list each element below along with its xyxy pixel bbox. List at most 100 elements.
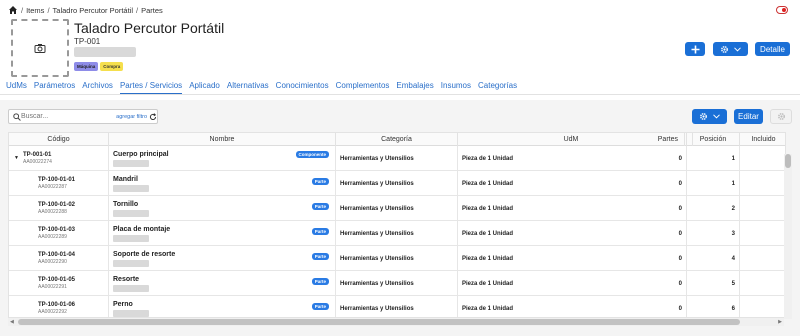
- refresh-icon[interactable]: [149, 112, 157, 121]
- row-category: Herramientas y Utensilios: [340, 206, 414, 212]
- add-button[interactable]: [685, 42, 705, 56]
- row-name: Soporte de resorte: [113, 251, 176, 258]
- row-included: [740, 196, 785, 221]
- row-parts: 0: [678, 181, 682, 187]
- scroll-right-icon[interactable]: ▶: [778, 319, 782, 325]
- tab-aplicado[interactable]: Aplicado: [189, 81, 220, 94]
- row-type-badge: Parte: [311, 278, 329, 285]
- row-udm: Pieza de 1 Unidad: [462, 181, 514, 187]
- plus-icon: [691, 45, 699, 53]
- table-row[interactable]: TP-100-01-02 AA00022288 Tornillo Parte H…: [9, 196, 785, 221]
- column-header-posicion[interactable]: Posición: [687, 133, 740, 146]
- row-code: TP-100-01-01: [38, 177, 76, 183]
- vertical-scrollbar[interactable]: [784, 154, 792, 319]
- row-type-badge: Componente: [295, 151, 329, 158]
- settings-dropdown-button[interactable]: [713, 42, 748, 56]
- scroll-left-icon[interactable]: ◀: [10, 319, 14, 325]
- table-row[interactable]: TP-100-01-04 AA00022290 Soporte de resor…: [9, 246, 785, 271]
- table-row[interactable]: TP-100-01-01 AA00022287 Mandril Parte He…: [9, 171, 785, 196]
- toggle-switch[interactable]: [776, 6, 788, 14]
- row-internal-code: AA00022287: [38, 184, 67, 190]
- gear-icon: [700, 113, 707, 120]
- row-udm: Pieza de 1 Unidad: [462, 281, 514, 287]
- edit-button[interactable]: Editar: [734, 109, 763, 124]
- row-code: TP-100-01-04: [38, 252, 76, 258]
- column-header-codigo[interactable]: Código: [9, 133, 109, 146]
- row-udm: Pieza de 1 Unidad: [462, 231, 514, 237]
- row-included: [740, 221, 785, 246]
- row-included: [740, 171, 785, 196]
- breadcrumb-item[interactable]: Taladro Percutor Portátil: [53, 6, 133, 15]
- row-category: Herramientas y Utensilios: [340, 256, 414, 262]
- add-filter-link[interactable]: agregar filtro: [116, 114, 147, 120]
- tab-embalajes[interactable]: Embalajes: [396, 81, 433, 94]
- column-header-partes[interactable]: Partes: [609, 133, 687, 146]
- row-name: Tornillo: [113, 201, 139, 208]
- row-type-badge: Parte: [311, 178, 329, 185]
- row-position: 5: [731, 281, 735, 287]
- badge-compra: Compra: [100, 62, 124, 71]
- tab-alternativas[interactable]: Alternativas: [227, 81, 269, 94]
- detail-button[interactable]: Detalle: [755, 42, 790, 56]
- badge-maquina: Máquina: [74, 62, 99, 71]
- parts-table: Código Nombre Categoría UdM Partes Posic…: [8, 132, 786, 318]
- expand-caret-icon[interactable]: ▼: [14, 155, 19, 161]
- row-category: Herramientas y Utensilios: [340, 281, 414, 287]
- table-row[interactable]: TP-100-01-05 AA00022291 Resorte Parte He…: [9, 271, 785, 296]
- column-header-categoria[interactable]: Categoría: [336, 133, 458, 146]
- row-internal-code: AA00022291: [38, 284, 67, 290]
- row-type-badge: Parte: [311, 203, 329, 210]
- row-udm: Pieza de 1 Unidad: [462, 306, 514, 312]
- breadcrumb: / Items / Taladro Percutor Portátil / Pa…: [0, 0, 800, 20]
- home-icon[interactable]: [8, 5, 18, 15]
- tab-partes-servicios[interactable]: Partes / Servicios: [119, 81, 183, 94]
- row-code: TP-100-01-06: [38, 302, 76, 308]
- table-header: Código Nombre Categoría UdM Partes Posic…: [9, 133, 785, 146]
- grid-options-button[interactable]: [770, 109, 792, 124]
- tab-categorias[interactable]: Categorías: [478, 81, 517, 94]
- row-category: Herramientas y Utensilios: [340, 306, 414, 312]
- row-name: Cuerpo principal: [113, 151, 169, 158]
- row-code: TP-001-01: [23, 152, 52, 158]
- row-parts: 0: [678, 306, 682, 312]
- row-name: Resorte: [113, 276, 140, 283]
- horizontal-scrollbar[interactable]: ◀ ▶: [8, 318, 784, 326]
- tab-archivos[interactable]: Archivos: [82, 81, 113, 94]
- row-position: 2: [731, 206, 735, 212]
- row-type-badge: Parte: [311, 228, 329, 235]
- row-position: 1: [731, 181, 735, 187]
- photo-placeholder[interactable]: [11, 19, 69, 77]
- gear-icon: [777, 113, 785, 120]
- tab-insumos[interactable]: Insumos: [441, 81, 471, 94]
- horizontal-scroll-thumb[interactable]: [18, 319, 740, 325]
- table-row[interactable]: TP-100-01-06 AA00022292 Perno Parte Herr…: [9, 296, 785, 317]
- tab-udms[interactable]: UdMs: [6, 81, 27, 94]
- vertical-scroll-thumb[interactable]: [785, 154, 791, 168]
- column-header-nombre[interactable]: Nombre: [109, 133, 336, 146]
- grid-settings-button[interactable]: [692, 109, 727, 124]
- tab-complementos[interactable]: Complementos: [336, 81, 390, 94]
- row-position: 6: [731, 306, 735, 312]
- tab-conocimientos[interactable]: Conocimientos: [276, 81, 329, 94]
- row-name: Perno: [113, 301, 133, 308]
- search-input[interactable]: [20, 113, 113, 120]
- row-category: Herramientas y Utensilios: [340, 156, 414, 162]
- tabs-divider: [0, 94, 800, 95]
- row-position: 1: [731, 156, 735, 162]
- table-row[interactable]: ▼ TP-001-01 AA00022274 Cuerpo principal …: [9, 146, 785, 171]
- breadcrumb-items[interactable]: Items: [26, 6, 44, 15]
- column-header-incluido[interactable]: Incluido: [740, 133, 785, 146]
- table-row[interactable]: TP-100-01-03 AA00022289 Placa de montaje…: [9, 221, 785, 246]
- row-position: 3: [731, 231, 735, 237]
- row-included: [740, 146, 785, 171]
- row-internal-code: AA00022288: [38, 209, 67, 215]
- search-box[interactable]: agregar filtro: [8, 109, 158, 124]
- tab-parametros[interactable]: Parámetros: [34, 81, 75, 94]
- chevron-down-icon: [713, 114, 720, 119]
- row-udm: Pieza de 1 Unidad: [462, 156, 514, 162]
- gear-icon: [721, 45, 728, 53]
- row-name-placeholder: [113, 160, 149, 167]
- row-parts: 0: [678, 156, 682, 162]
- row-name: Placa de montaje: [113, 226, 171, 233]
- row-code: TP-100-01-02: [38, 202, 76, 208]
